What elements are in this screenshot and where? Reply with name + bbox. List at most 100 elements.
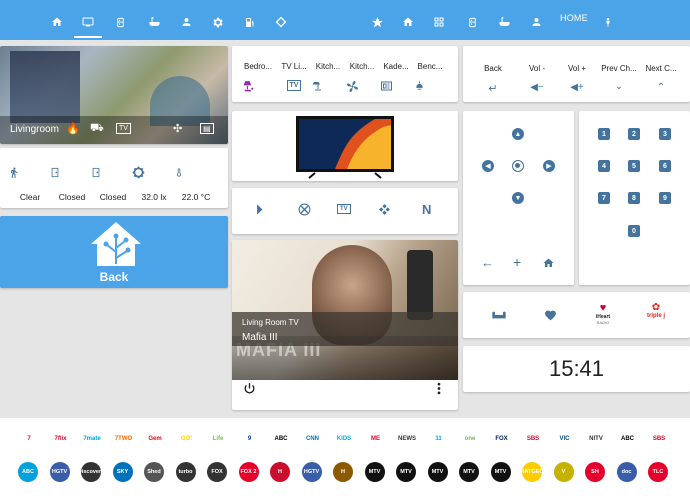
channel-logo[interactable]: 7mate xyxy=(81,432,103,446)
dashboard-icon[interactable] xyxy=(425,8,453,36)
channel-logo[interactable]: Life xyxy=(207,432,229,446)
bath-icon[interactable] xyxy=(490,8,518,36)
channel-logo[interactable]: FOX 2 xyxy=(238,462,259,482)
xbox-icon[interactable] xyxy=(298,203,311,216)
channel-logo[interactable]: Shed xyxy=(144,462,164,482)
motion-sensor[interactable]: Clear xyxy=(8,166,52,205)
num-9-button[interactable]: 9 xyxy=(659,192,671,204)
channel-logo[interactable]: SH xyxy=(585,462,605,482)
fridge-icon[interactable] xyxy=(106,8,134,36)
channel-logo[interactable]: NEWS xyxy=(396,432,418,446)
more-vert-icon[interactable] xyxy=(435,382,443,395)
home-icon[interactable] xyxy=(43,8,71,36)
baby-icon[interactable] xyxy=(172,8,200,36)
back-button[interactable]: Back xyxy=(0,216,228,288)
tv-icon[interactable]: TV xyxy=(116,123,131,134)
gear-icon[interactable] xyxy=(203,8,231,36)
kodi-icon[interactable] xyxy=(378,203,391,216)
heart-icon[interactable] xyxy=(544,309,557,321)
channel-logo[interactable]: Gem xyxy=(144,432,166,446)
num-4-button[interactable]: 4 xyxy=(598,160,610,172)
channel-logo[interactable]: MTV xyxy=(459,462,479,482)
fan-icon[interactable]: ✣ xyxy=(173,122,182,135)
num-1-button[interactable]: 1 xyxy=(598,128,610,140)
tv-icon[interactable] xyxy=(74,8,102,38)
channel-logo[interactable]: one xyxy=(459,432,481,446)
channel-logo[interactable]: KIDS xyxy=(333,432,355,446)
channel-logo[interactable]: VIC xyxy=(554,432,576,446)
channel-logo[interactable]: ABC xyxy=(270,432,292,446)
home-icon[interactable] xyxy=(394,8,422,36)
entity-kitchen-lamp[interactable]: Kitch... xyxy=(312,56,344,92)
channel-logo[interactable]: NATGEO xyxy=(520,462,544,482)
flame-icon[interactable]: 🔥 xyxy=(66,122,80,135)
media-player-card[interactable]: MAFIA III Living Room TV Mafia III xyxy=(232,240,458,410)
door-sensor-2[interactable]: Closed xyxy=(91,166,135,205)
channel-logo[interactable]: GO! xyxy=(176,432,198,446)
num-7-button[interactable]: 7 xyxy=(598,192,610,204)
channel-logo[interactable]: ABC xyxy=(617,432,639,446)
channel-logo[interactable]: SKY xyxy=(112,462,133,482)
right-arrow-icon[interactable]: ▶ xyxy=(543,160,555,172)
tab-home[interactable]: HOME xyxy=(560,13,588,23)
bath-icon[interactable] xyxy=(140,8,168,36)
illuminance-sensor[interactable]: 32.0 lx xyxy=(132,166,176,205)
channel-logo[interactable]: ME xyxy=(365,432,387,446)
channel-logo[interactable]: CNN xyxy=(302,432,324,446)
channel-logo[interactable]: HGTV xyxy=(301,462,322,482)
num-3-button[interactable]: 3 xyxy=(659,128,671,140)
left-arrow-icon[interactable]: ◀ xyxy=(482,160,494,172)
num-2-button[interactable]: 2 xyxy=(628,128,640,140)
entity-tv-light[interactable]: TV Li... TV xyxy=(278,56,310,92)
channel-logo[interactable]: turbo xyxy=(175,462,196,482)
star-icon[interactable] xyxy=(363,8,391,36)
iheart-radio-logo[interactable]: ♥ iHeart RADIO xyxy=(589,302,617,325)
temperature-sensor[interactable]: 22.0 °C xyxy=(174,166,218,205)
channel-logo[interactable]: 7TWO xyxy=(113,432,135,446)
person-icon[interactable] xyxy=(594,8,622,36)
control-next-channel[interactable]: Next C... ⌃ xyxy=(639,58,683,93)
channel-logo[interactable]: 9 xyxy=(239,432,261,446)
num-0-button[interactable]: 0 xyxy=(628,225,640,237)
channel-logo[interactable]: MTV xyxy=(396,462,416,482)
plus-icon[interactable]: + xyxy=(513,254,521,270)
fridge-icon[interactable] xyxy=(458,8,486,36)
tablet-icon[interactable]: ▤ xyxy=(200,123,214,134)
gas-icon[interactable] xyxy=(236,8,264,36)
home-icon[interactable] xyxy=(542,257,555,269)
channel-logo[interactable]: 7flix xyxy=(50,432,72,446)
channel-logo[interactable]: FOX xyxy=(207,462,227,482)
num-5-button[interactable]: 5 xyxy=(628,160,640,172)
playstation-icon[interactable]: ⏵ xyxy=(256,202,263,218)
channel-logo[interactable]: TLC xyxy=(648,462,668,482)
channel-logo[interactable]: H xyxy=(333,462,353,482)
baby-icon[interactable] xyxy=(522,8,550,36)
tag-icon[interactable] xyxy=(267,8,295,36)
entity-kitchen-fan[interactable]: Kitch... xyxy=(346,56,378,93)
channel-logo[interactable]: NITV xyxy=(585,432,607,446)
couch-icon[interactable] xyxy=(491,310,507,320)
num-8-button[interactable]: 8 xyxy=(628,192,640,204)
control-vol-down[interactable]: Vol - ◀− xyxy=(515,58,559,93)
channel-logo[interactable]: SBS xyxy=(648,432,670,446)
control-back[interactable]: Back ↵ xyxy=(471,58,515,95)
arrow-left-icon[interactable]: ← xyxy=(481,255,494,270)
tv-icon[interactable]: TV xyxy=(337,204,351,214)
tv-card[interactable] xyxy=(232,111,458,181)
channel-logo[interactable]: MTV xyxy=(490,462,511,482)
power-icon[interactable] xyxy=(243,382,256,395)
triple-j-logo[interactable]: ✿ triple j xyxy=(643,302,669,328)
channel-logo[interactable]: FOX xyxy=(491,432,513,446)
ok-button[interactable] xyxy=(512,160,524,172)
channel-logo[interactable]: V xyxy=(553,462,574,482)
entity-kade-tablet[interactable]: Kade... xyxy=(380,56,412,92)
up-arrow-icon[interactable]: ▲ xyxy=(512,128,524,140)
channel-logo[interactable]: MTV xyxy=(364,462,385,482)
entity-bench-lamp[interactable]: Benc... xyxy=(414,56,446,92)
netflix-icon[interactable]: N xyxy=(422,202,431,217)
channel-logo[interactable]: ABC xyxy=(18,462,38,482)
channel-logo[interactable]: HGTV xyxy=(49,462,70,482)
channel-logo[interactable]: 11 xyxy=(428,432,450,446)
channel-logo[interactable]: H xyxy=(270,462,290,482)
entity-bedroom-lamp[interactable]: Bedro... xyxy=(242,56,274,93)
